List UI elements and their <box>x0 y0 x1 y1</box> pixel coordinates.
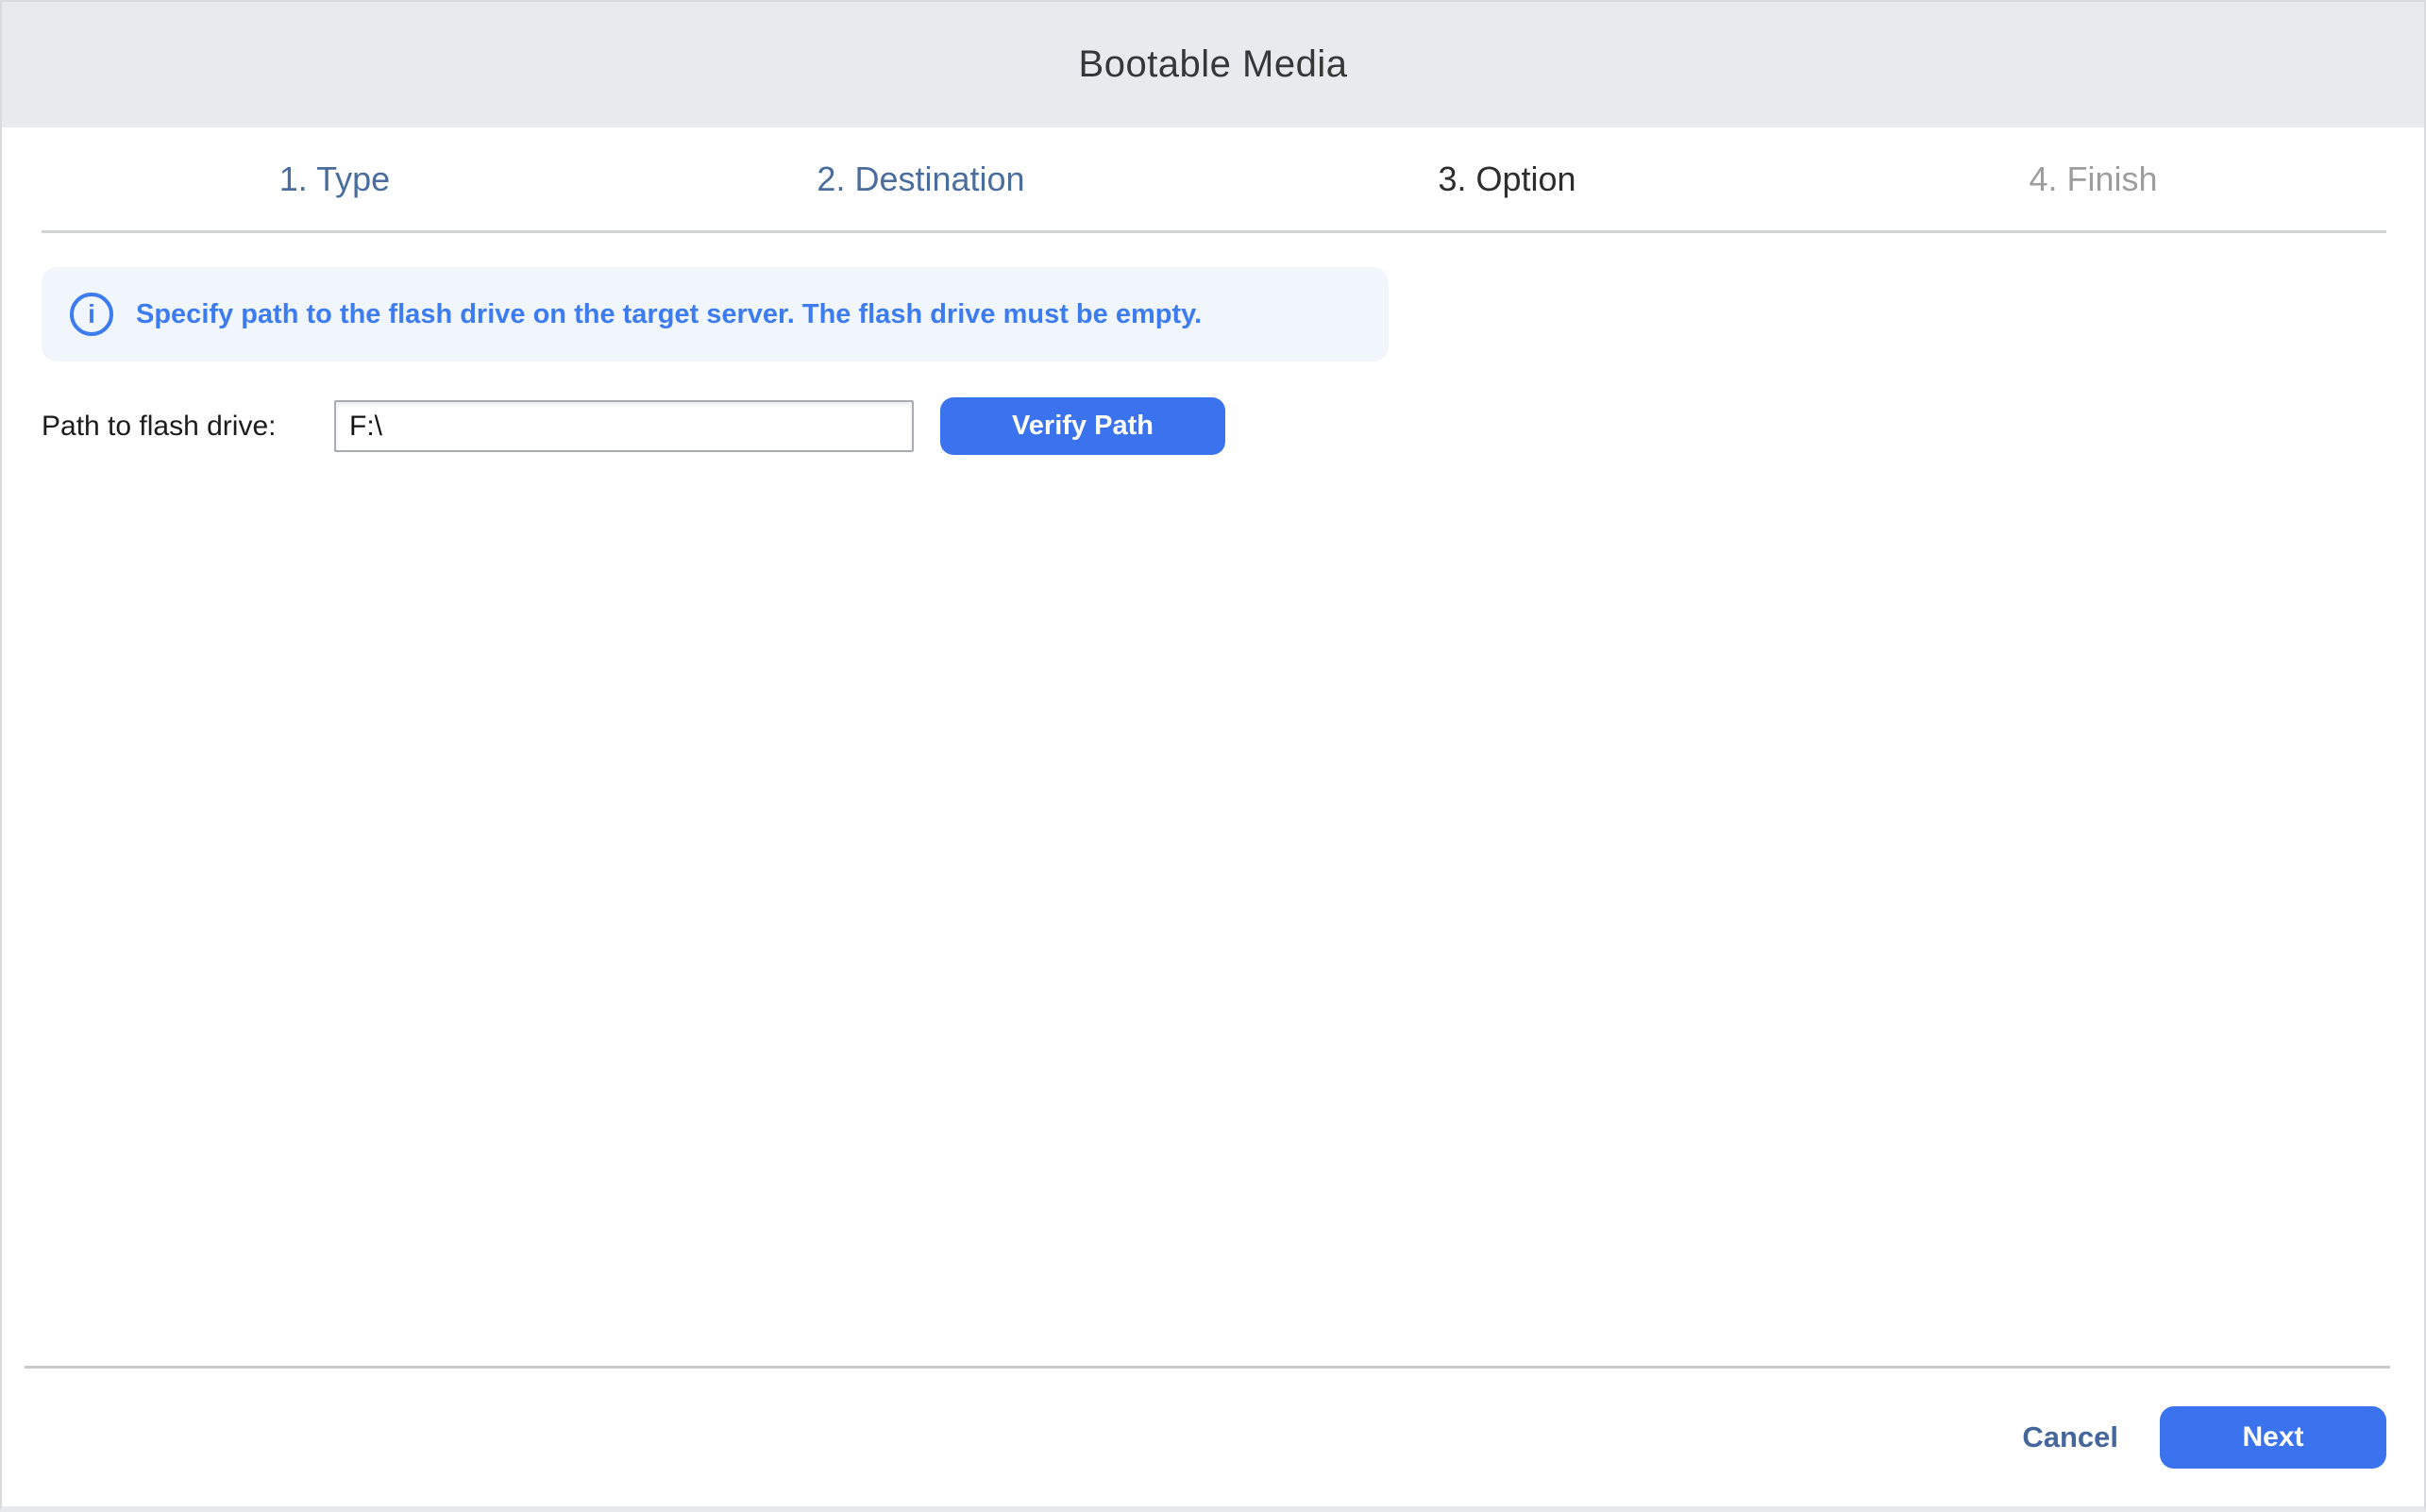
step-tab-finish: 4. Finish <box>1800 127 2386 230</box>
wizard-steps: 1. Type 2. Destination 3. Option 4. Fini… <box>42 127 2386 233</box>
step-tab-finish-label: 4. Finish <box>2029 160 2157 199</box>
step-tab-option[interactable]: 3. Option <box>1214 127 1800 230</box>
step-tab-destination-label: 2. Destination <box>817 160 1024 199</box>
step-tab-destination[interactable]: 2. Destination <box>628 127 1214 230</box>
wizard-content: i Specify path to the flash drive on the… <box>2 233 2424 1366</box>
step-tab-option-label: 3. Option <box>1438 160 1575 199</box>
info-banner-message: Specify path to the flash drive on the t… <box>136 299 1202 330</box>
info-icon: i <box>70 293 113 336</box>
flash-drive-path-row: Path to flash drive: Verify Path <box>42 397 2384 455</box>
dialog-header: Bootable Media <box>2 2 2424 127</box>
step-tab-type-label: 1. Type <box>279 160 390 199</box>
path-to-flash-drive-label: Path to flash drive: <box>42 411 334 443</box>
step-tab-type[interactable]: 1. Type <box>42 127 628 230</box>
verify-path-button[interactable]: Verify Path <box>940 397 1225 455</box>
footer: Cancel Next <box>2 1369 2424 1506</box>
bootable-media-dialog: Bootable Media 1. Type 2. Destination 3.… <box>0 0 2426 1512</box>
next-button[interactable]: Next <box>2160 1406 2386 1469</box>
content-spacer <box>42 455 2384 1366</box>
flash-drive-path-input[interactable] <box>334 400 914 452</box>
dialog-title: Bootable Media <box>1079 43 1348 86</box>
info-banner: i Specify path to the flash drive on the… <box>42 267 1389 361</box>
cancel-button[interactable]: Cancel <box>2022 1420 2118 1454</box>
